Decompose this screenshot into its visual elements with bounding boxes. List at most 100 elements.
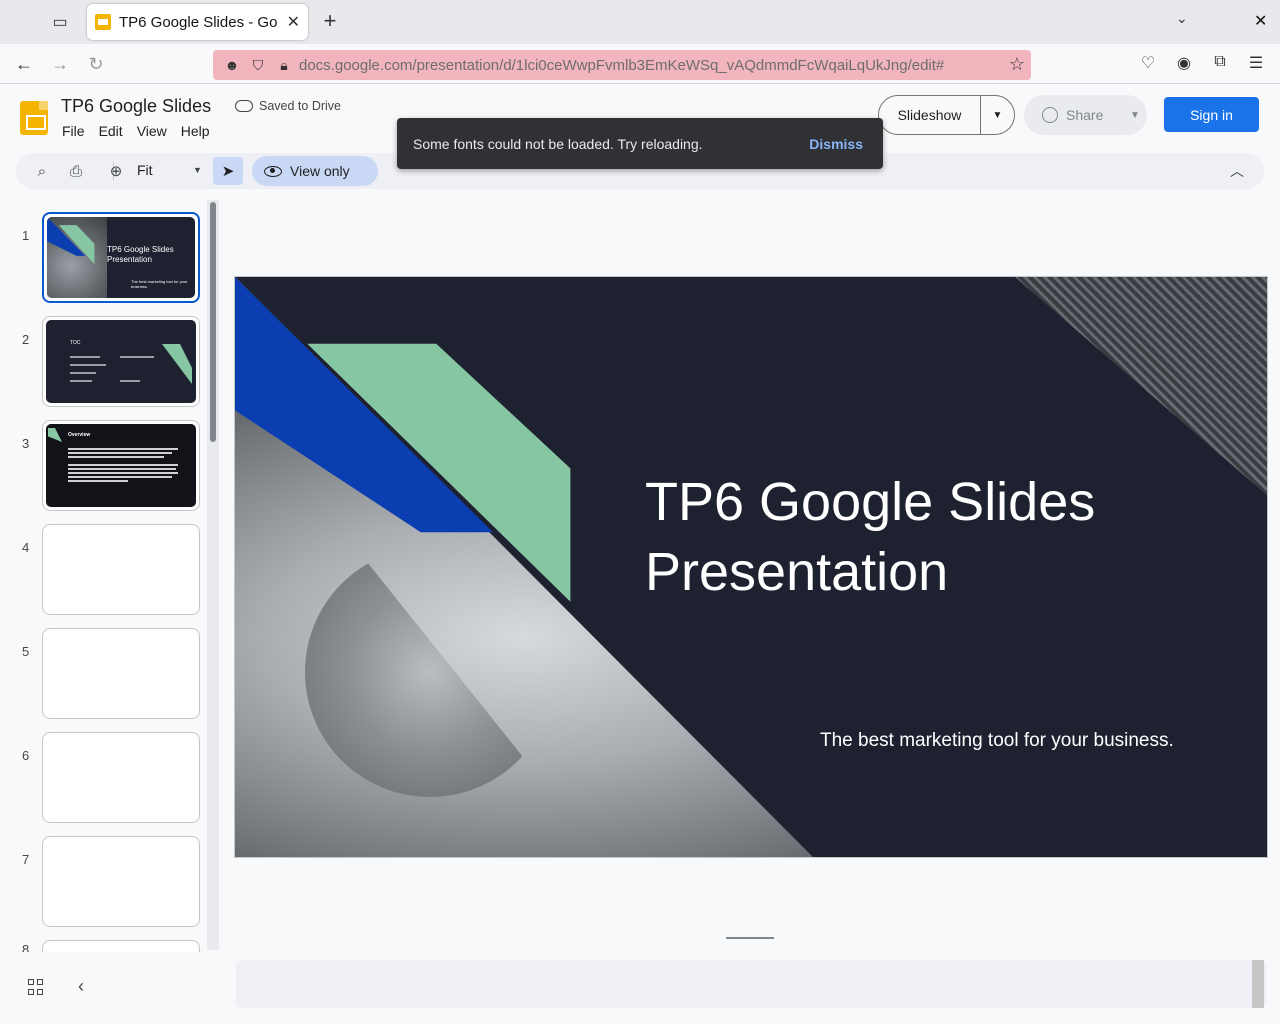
reload-icon[interactable]: ↻ xyxy=(84,52,108,76)
document-title[interactable]: TP6 Google Slides xyxy=(61,96,211,117)
slide-filmstrip: 1 TP6 Google Slides Presentation The bes… xyxy=(0,200,220,952)
thumbnail-text-line xyxy=(68,456,164,458)
shield-icon[interactable]: ⛉ xyxy=(247,57,269,74)
print-icon[interactable]: ⎙ xyxy=(64,159,88,183)
slide-thumbnail[interactable] xyxy=(42,732,200,823)
filmstrip-item[interactable]: 1 TP6 Google Slides Presentation The bes… xyxy=(0,212,210,306)
thumbnail-text-line xyxy=(120,380,140,382)
private-mask-icon: ☻ xyxy=(224,57,240,73)
share-dropdown-caret-icon[interactable]: ▼ xyxy=(1130,110,1140,121)
tab-close-icon[interactable]: ✕ xyxy=(287,12,300,32)
slides-logo-icon[interactable] xyxy=(20,101,48,135)
view-only-button[interactable]: View only xyxy=(252,156,378,186)
menu-view[interactable]: View xyxy=(137,123,167,139)
grid-view-icon[interactable] xyxy=(28,979,44,995)
thumbnail-text-line xyxy=(68,452,172,454)
new-tab-icon[interactable]: + xyxy=(318,8,342,34)
circuit-corner-image xyxy=(1015,277,1267,497)
forward-arrow-icon[interactable]: → xyxy=(48,52,72,76)
thumbnail-content: TOC xyxy=(46,320,196,403)
menu-help[interactable]: Help xyxy=(181,123,210,139)
speaker-notes-area[interactable] xyxy=(236,960,1266,1008)
thumbnail-text-line xyxy=(68,468,176,470)
slideshow-dropdown-caret-icon[interactable]: ▼ xyxy=(981,110,1014,121)
slide-thumbnail[interactable] xyxy=(42,628,200,719)
thumbnail-content: Overview xyxy=(46,424,196,507)
filmstrip-item[interactable]: 6 xyxy=(0,732,210,826)
filmstrip-item[interactable]: 4 xyxy=(0,524,210,618)
save-status-label: Saved to Drive xyxy=(259,99,341,113)
notes-scrollbar[interactable] xyxy=(1252,960,1264,1008)
dismiss-button[interactable]: Dismiss xyxy=(805,130,867,158)
select-pointer-icon[interactable]: ➤ xyxy=(213,157,243,185)
slide-title-line: Presentation xyxy=(645,542,949,602)
filmstrip-scrollbar-thumb[interactable] xyxy=(210,202,216,442)
thumbnail-content: TP6 Google Slides Presentation The best … xyxy=(47,217,195,298)
eye-icon xyxy=(264,165,282,177)
thumbnail-accent xyxy=(48,428,62,442)
search-icon[interactable]: ⌕ xyxy=(30,159,54,183)
menu-file[interactable]: File xyxy=(62,123,85,139)
notes-resize-handle[interactable] xyxy=(726,937,774,939)
share-label: Share xyxy=(1066,107,1104,123)
toast-message: Some fonts could not be loaded. Try relo… xyxy=(413,135,703,152)
filmstrip-item[interactable]: 7 xyxy=(0,836,210,930)
cloud-done-icon xyxy=(235,100,253,112)
thumbnail-subtitle: The best marketing tool for your busines… xyxy=(131,279,188,289)
sign-in-button[interactable]: Sign in xyxy=(1164,97,1259,132)
thumbnail-text-line xyxy=(120,356,154,358)
thumbnail-title: TP6 Google Slides Presentation xyxy=(107,245,174,264)
browser-tab-bar: ▭ TP6 Google Slides - Go ✕ + ⌄ ✕ xyxy=(0,0,1280,44)
slide-thumbnail[interactable] xyxy=(42,940,200,952)
slide-number: 5 xyxy=(22,644,30,659)
account-icon[interactable]: ◉ xyxy=(1173,53,1195,73)
thumbnail-text-line xyxy=(70,364,106,366)
zoom-icon[interactable]: ⊕ xyxy=(104,159,128,183)
browser-tab[interactable]: TP6 Google Slides - Go ✕ xyxy=(87,4,308,40)
lock-icon[interactable]: 🔒︎ xyxy=(273,57,295,74)
filmstrip-item[interactable]: 3 Overview xyxy=(0,420,210,514)
view-only-label: View only xyxy=(290,163,350,179)
tab-overview-icon[interactable]: ▭ xyxy=(44,8,76,36)
thumbnail-title: Overview xyxy=(68,432,91,438)
slide-number: 8 xyxy=(22,942,30,952)
menu-bar: File Edit View Help xyxy=(62,123,210,139)
slide-thumbnail[interactable]: Overview xyxy=(42,420,200,511)
slide-thumbnail[interactable]: TOC xyxy=(42,316,200,407)
url-text[interactable]: docs.google.com/presentation/d/1lci0ceWw… xyxy=(299,57,989,74)
share-button[interactable]: Share ▼ xyxy=(1024,95,1147,135)
collapse-toolbar-chevron-icon[interactable]: ︿ xyxy=(1230,161,1244,181)
main-slide[interactable]: TP6 Google Slides Presentation The best … xyxy=(234,276,1268,858)
window-close-icon[interactable]: ✕ xyxy=(1254,11,1267,31)
thumbnail-title: TOC xyxy=(70,340,81,346)
slide-thumbnail[interactable] xyxy=(42,836,200,927)
slide-number: 3 xyxy=(22,436,30,451)
thumbnail-text-line xyxy=(70,372,96,374)
slide-subtitle: The best marketing tool for your busines… xyxy=(820,730,1174,751)
filmstrip-item[interactable]: 8 xyxy=(0,940,210,952)
tab-list-chevron-icon[interactable]: ⌄ xyxy=(1176,10,1188,27)
bookmark-star-icon[interactable]: ☆ xyxy=(1009,54,1025,75)
thumbnail-accent xyxy=(162,344,192,384)
slideshow-button-group: Slideshow ▼ xyxy=(878,95,1015,135)
filmstrip-item[interactable]: 2 TOC xyxy=(0,316,210,410)
thumbnail-text-line xyxy=(70,356,100,358)
zoom-select[interactable]: Fit xyxy=(137,162,153,178)
url-bar[interactable]: ☻ ⛉ 🔒︎ docs.google.com/presentation/d/1l… xyxy=(213,50,1031,80)
back-arrow-icon[interactable]: ← xyxy=(12,52,36,76)
collapse-filmstrip-chevron-icon[interactable]: ‹ xyxy=(78,976,84,997)
pocket-icon[interactable]: ♡ xyxy=(1137,53,1159,73)
menu-edit[interactable]: Edit xyxy=(99,123,123,139)
slideshow-button[interactable]: Slideshow xyxy=(879,96,981,134)
extensions-icon[interactable]: ⧉ xyxy=(1209,53,1231,71)
zoom-dropdown-caret-icon[interactable]: ▼ xyxy=(193,165,202,175)
slide-thumbnail[interactable]: TP6 Google Slides Presentation The best … xyxy=(42,212,200,303)
slide-thumbnail[interactable] xyxy=(42,524,200,615)
slide-number: 4 xyxy=(22,540,30,555)
slide-number: 1 xyxy=(22,228,30,243)
slide-title-line: TP6 Google Slides xyxy=(645,472,1096,532)
menu-hamburger-icon[interactable]: ☰ xyxy=(1245,53,1267,73)
slides-favicon-icon xyxy=(95,14,111,30)
thumbnail-text-line xyxy=(68,464,178,466)
filmstrip-item[interactable]: 5 xyxy=(0,628,210,722)
